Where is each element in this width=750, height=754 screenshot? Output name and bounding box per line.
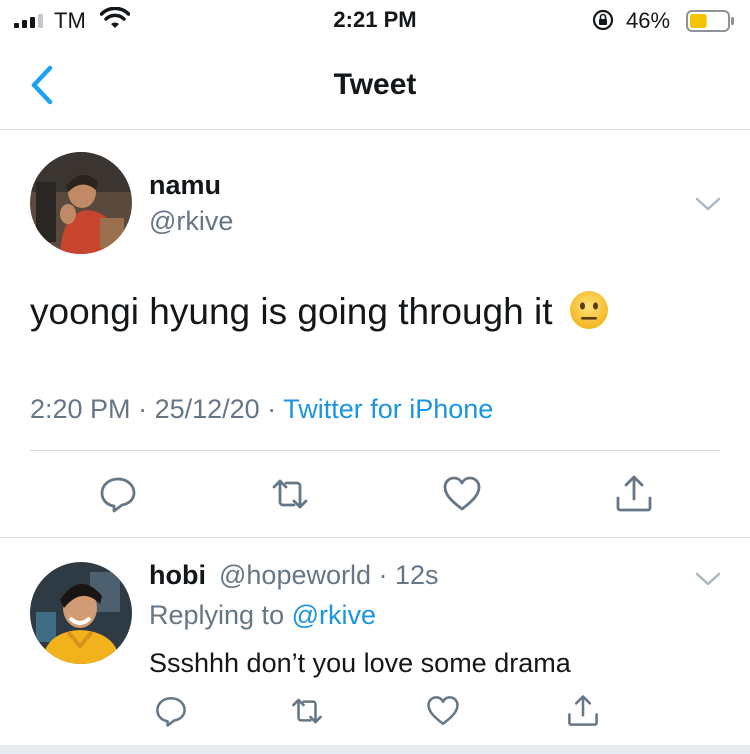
reply-handle-time[interactable]: @hopeworld · 12s: [219, 560, 439, 591]
meta-separator: ·: [259, 394, 284, 424]
reply-display-name[interactable]: hobi: [149, 560, 206, 591]
battery-icon: [686, 10, 734, 32]
chevron-down-icon[interactable]: [694, 195, 722, 213]
retweet-icon[interactable]: [290, 694, 324, 728]
avatar[interactable]: [30, 562, 132, 664]
like-icon[interactable]: [442, 474, 482, 514]
tweet-time: 2:20 PM: [30, 394, 131, 424]
status-bar: TM 2:21 PM 46%: [0, 0, 750, 44]
divider: [30, 450, 720, 451]
reply-icon[interactable]: [98, 474, 138, 514]
neutral-face-emoji: [569, 291, 608, 329]
mention-link[interactable]: @rkive: [292, 600, 376, 630]
tweet-meta: 2:20 PM · 25/12/20 · Twitter for iPhone: [30, 394, 493, 425]
user-handle[interactable]: @rkive: [149, 206, 233, 237]
battery-percent: 46%: [626, 8, 671, 33]
chevron-down-icon[interactable]: [694, 570, 722, 588]
rotation-lock-icon: [592, 9, 614, 31]
retweet-icon[interactable]: [270, 474, 310, 514]
bottom-divider: [0, 745, 750, 754]
replying-to-prefix: Replying to: [149, 600, 292, 630]
share-icon[interactable]: [566, 694, 600, 728]
reply-text: Ssshhh don’t you love some drama: [149, 648, 571, 678]
tweet-source-link[interactable]: Twitter for iPhone: [283, 394, 493, 424]
divider: [0, 537, 750, 538]
page-title: Tweet: [333, 68, 417, 101]
like-icon[interactable]: [426, 694, 460, 728]
avatar[interactable]: [30, 152, 132, 254]
share-icon[interactable]: [614, 474, 654, 514]
tweet-date: 25/12/20: [154, 394, 260, 424]
tweet-text: yoongi hyung is going through it: [30, 290, 609, 333]
meta-separator: ·: [130, 394, 155, 424]
nav-bar: Tweet: [0, 44, 750, 130]
tweet-text-content: yoongi hyung is going through it: [30, 291, 553, 332]
reply-icon[interactable]: [154, 694, 188, 728]
display-name[interactable]: namu: [149, 170, 221, 201]
replying-to: Replying to @rkive: [149, 600, 376, 631]
